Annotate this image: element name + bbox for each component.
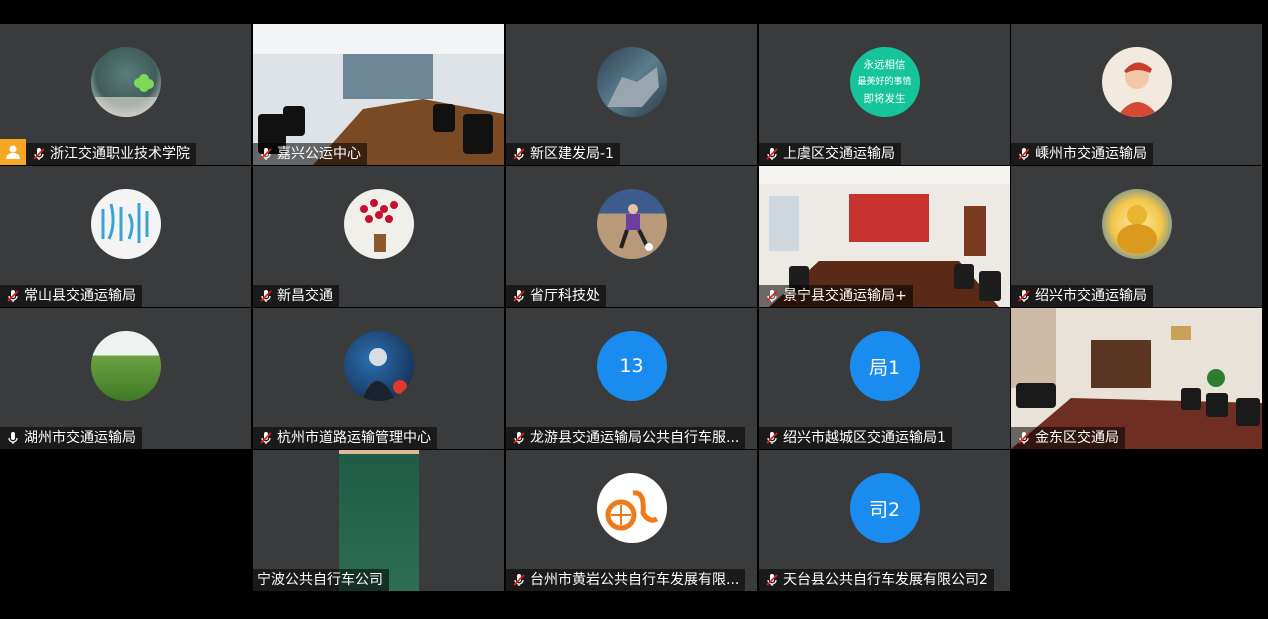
mic-muted-icon bbox=[508, 143, 530, 165]
participant-name: 绍兴市越城区交通运输局1 bbox=[783, 430, 946, 446]
participant-label: 台州市黄岩公共自行车发展有限... bbox=[506, 569, 746, 591]
mic-muted-icon bbox=[255, 285, 277, 307]
avatar-text: 即将发生 bbox=[863, 92, 906, 105]
avatar bbox=[90, 331, 161, 401]
avatar bbox=[596, 47, 667, 117]
participant-label: 宁波公共自行车公司 bbox=[253, 569, 389, 591]
mic-icon bbox=[2, 427, 24, 449]
video-grid: 浙江交通职业技术学院 嘉兴公运中心 新区建发局-1 永远相信 最美好的事情 即将… bbox=[0, 24, 1262, 592]
participant-tile[interactable]: 金东区交通局 bbox=[1011, 308, 1262, 449]
participant-tile[interactable]: 省厅科技处 bbox=[506, 166, 757, 307]
mic-muted-icon bbox=[1013, 143, 1035, 165]
participant-label: 景宁县交通运输局+ bbox=[759, 285, 913, 307]
avatar bbox=[90, 47, 161, 117]
participant-label: 绍兴市交通运输局 bbox=[1011, 285, 1153, 307]
mic-muted-icon bbox=[508, 285, 530, 307]
avatar-initials: 司2 bbox=[849, 473, 920, 543]
avatar-initials: 局1 bbox=[849, 331, 920, 401]
participant-name: 宁波公共自行车公司 bbox=[257, 572, 383, 588]
avatar bbox=[1101, 189, 1172, 259]
mic-muted-icon bbox=[508, 427, 530, 449]
avatar: 永远相信 最美好的事情 即将发生 bbox=[849, 47, 920, 117]
mic-muted-icon bbox=[2, 285, 24, 307]
participant-name: 嵊州市交通运输局 bbox=[1035, 146, 1147, 162]
avatar bbox=[596, 473, 667, 543]
participant-tile[interactable]: 绍兴市交通运输局 bbox=[1011, 166, 1262, 307]
participant-tile[interactable]: 常山县交通运输局 bbox=[0, 166, 251, 307]
participant-label: 金东区交通局 bbox=[1011, 427, 1125, 449]
participant-label: 绍兴市越城区交通运输局1 bbox=[759, 427, 952, 449]
participant-name: 杭州市道路运输管理中心 bbox=[277, 430, 431, 446]
avatar bbox=[343, 189, 414, 259]
participant-tile[interactable]: 司2 天台县公共自行车发展有限公司2 bbox=[759, 450, 1010, 591]
participant-tile[interactable]: 浙江交通职业技术学院 bbox=[0, 24, 251, 165]
participant-label: 省厅科技处 bbox=[506, 285, 606, 307]
avatar bbox=[596, 189, 667, 259]
participant-name: 龙游县交通运输局公共自行车服... bbox=[530, 430, 740, 446]
participant-tile[interactable]: 新区建发局-1 bbox=[506, 24, 757, 165]
participant-name: 景宁县交通运输局+ bbox=[783, 288, 907, 304]
participant-name: 湖州市交通运输局 bbox=[24, 430, 136, 446]
participant-label: 常山县交通运输局 bbox=[0, 285, 142, 307]
participant-name: 金东区交通局 bbox=[1035, 430, 1119, 446]
participant-name: 省厅科技处 bbox=[530, 288, 600, 304]
participant-label: 上虞区交通运输局 bbox=[759, 143, 901, 165]
participant-tile[interactable]: 杭州市道路运输管理中心 bbox=[253, 308, 504, 449]
participant-tile[interactable]: 宁波公共自行车公司 bbox=[253, 450, 504, 591]
participant-name: 绍兴市交通运输局 bbox=[1035, 288, 1147, 304]
participant-tile[interactable]: 台州市黄岩公共自行车发展有限... bbox=[506, 450, 757, 591]
mic-muted-icon bbox=[761, 143, 783, 165]
avatar bbox=[343, 331, 414, 401]
participant-label: 新昌交通 bbox=[253, 285, 339, 307]
participant-name: 新区建发局-1 bbox=[530, 146, 614, 162]
mic-muted-icon bbox=[761, 427, 783, 449]
participant-label: 杭州市道路运输管理中心 bbox=[253, 427, 437, 449]
mic-muted-icon bbox=[255, 143, 277, 165]
mic-muted-icon bbox=[508, 569, 530, 591]
participant-tile[interactable]: 永远相信 最美好的事情 即将发生 上虞区交通运输局 bbox=[759, 24, 1010, 165]
participant-name: 新昌交通 bbox=[277, 288, 333, 304]
avatar-initials: 13 bbox=[596, 331, 667, 401]
participant-tile[interactable]: 13 龙游县交通运输局公共自行车服... bbox=[506, 308, 757, 449]
mic-muted-icon bbox=[1013, 427, 1035, 449]
participant-name: 浙江交通职业技术学院 bbox=[50, 146, 190, 162]
participant-tile[interactable]: 景宁县交通运输局+ bbox=[759, 166, 1010, 307]
avatar bbox=[90, 189, 161, 259]
mic-muted-icon bbox=[28, 143, 50, 165]
participant-tile[interactable]: 嵊州市交通运输局 bbox=[1011, 24, 1262, 165]
participant-name: 上虞区交通运输局 bbox=[783, 146, 895, 162]
mic-muted-icon bbox=[1013, 285, 1035, 307]
participant-label: 嵊州市交通运输局 bbox=[1011, 143, 1153, 165]
avatar-text: 最美好的事情 bbox=[857, 76, 912, 87]
participant-label: 嘉兴公运中心 bbox=[253, 143, 367, 165]
avatar-text: 永远相信 bbox=[863, 58, 906, 71]
participant-tile[interactable]: 湖州市交通运输局 bbox=[0, 308, 251, 449]
participant-name: 台州市黄岩公共自行车发展有限... bbox=[530, 572, 740, 588]
participant-tile[interactable]: 局1 绍兴市越城区交通运输局1 bbox=[759, 308, 1010, 449]
host-user-icon bbox=[0, 139, 26, 165]
participant-label: 新区建发局-1 bbox=[506, 143, 620, 165]
participant-label: 浙江交通职业技术学院 bbox=[26, 143, 196, 165]
participant-name: 嘉兴公运中心 bbox=[277, 146, 361, 162]
mic-muted-icon bbox=[761, 569, 783, 591]
participant-tile[interactable]: 新昌交通 bbox=[253, 166, 504, 307]
participant-label: 天台县公共自行车发展有限公司2 bbox=[759, 569, 994, 591]
mic-muted-icon bbox=[761, 285, 783, 307]
participant-name: 常山县交通运输局 bbox=[24, 288, 136, 304]
participant-tile[interactable]: 嘉兴公运中心 bbox=[253, 24, 504, 165]
participant-name: 天台县公共自行车发展有限公司2 bbox=[783, 572, 988, 588]
mic-muted-icon bbox=[255, 427, 277, 449]
participant-label: 湖州市交通运输局 bbox=[0, 427, 142, 449]
participant-label: 龙游县交通运输局公共自行车服... bbox=[506, 427, 746, 449]
avatar bbox=[1101, 47, 1172, 117]
